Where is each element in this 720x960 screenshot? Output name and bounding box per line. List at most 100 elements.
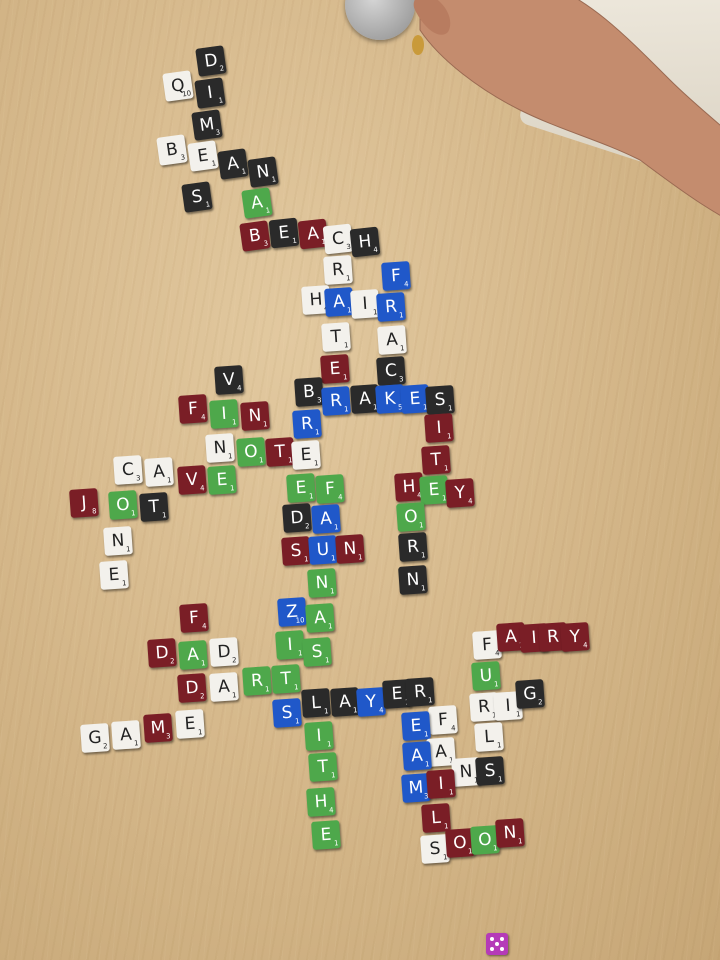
tile-fairy-y[interactable]: Y4 <box>560 622 590 652</box>
tile-bea-e[interactable]: E1 <box>187 140 219 172</box>
tile-beach-b[interactable]: B3 <box>239 220 271 252</box>
tile-soon-n[interactable]: N1 <box>495 818 525 848</box>
tile-dim-d[interactable]: D2 <box>195 45 227 77</box>
tile-z1[interactable]: Z 10 <box>277 597 307 627</box>
tile-r3[interactable]: R1 <box>398 532 428 562</box>
tile-sun-n[interactable]: N1 <box>335 534 365 564</box>
tile-game-m[interactable]: M3 <box>143 713 173 743</box>
tile-f1[interactable]: F4 <box>381 261 411 291</box>
tile-hair-r[interactable]: R1 <box>376 292 406 322</box>
tile-rt-r[interactable]: R1 <box>242 666 272 696</box>
tile-beach-h[interactable]: H4 <box>349 226 381 258</box>
tile-a7[interactable]: A1 <box>402 741 432 771</box>
tile-letter: B <box>302 381 316 403</box>
tile-l2[interactable]: L1 <box>421 803 451 833</box>
tile-i1[interactable]: I1 <box>424 413 454 443</box>
tile-slayer-y[interactable]: Y4 <box>356 687 386 717</box>
tile-letter: S <box>483 760 497 782</box>
tile-letter: O <box>477 829 493 851</box>
tile-sun-s[interactable]: S1 <box>281 536 311 566</box>
tile-e2[interactable]: E1 <box>286 473 316 503</box>
tile-hair-i[interactable]: I1 <box>350 289 380 319</box>
tile-s1[interactable]: S1 <box>181 181 213 213</box>
tile-bea-a[interactable]: A1 <box>217 148 249 180</box>
tile-dad-a[interactable]: A1 <box>178 640 208 670</box>
tile-beach-e[interactable]: E1 <box>268 217 300 249</box>
tile-brakes-r[interactable]: R1 <box>321 386 351 416</box>
tile-j1[interactable]: J8 <box>69 488 99 518</box>
tile-t4[interactable]: T1 <box>308 752 338 782</box>
tile-cave-e[interactable]: E1 <box>207 465 237 495</box>
tile-brakes-b[interactable]: B3 <box>294 377 324 407</box>
tile-cave-a[interactable]: A1 <box>144 457 174 487</box>
tile-e3[interactable]: E1 <box>99 560 129 590</box>
tile-v1[interactable]: V4 <box>214 365 244 395</box>
tile-t3[interactable]: T1 <box>139 492 169 522</box>
tile-d2[interactable]: D2 <box>177 673 207 703</box>
tile-slayer-r[interactable]: R1 <box>405 677 435 707</box>
tile-i4[interactable]: I1 <box>426 769 456 799</box>
tile-a1[interactable]: A1 <box>241 187 273 219</box>
tile-i3[interactable]: I1 <box>304 721 334 751</box>
tile-rt-t[interactable]: T1 <box>271 664 301 694</box>
tile-l1[interactable]: L1 <box>474 722 504 752</box>
tile-dad-d2[interactable]: D2 <box>209 637 239 667</box>
tile-fin-n[interactable]: N1 <box>240 401 270 431</box>
tile-note-o[interactable]: O1 <box>236 437 266 467</box>
tile-slayer-l[interactable]: L1 <box>301 688 331 718</box>
tile-rig-g[interactable]: G2 <box>515 679 545 709</box>
tile-a3[interactable]: A1 <box>311 504 341 534</box>
tile-hair-a[interactable]: A1 <box>324 287 354 317</box>
tile-n3[interactable]: N1 <box>307 568 337 598</box>
tile-fin-f[interactable]: F4 <box>178 394 208 424</box>
tile-note-e[interactable]: E1 <box>291 440 321 470</box>
tile-u1[interactable]: U1 <box>471 661 501 691</box>
tile-h1[interactable]: H4 <box>306 787 336 817</box>
tile-bea-n[interactable]: N1 <box>247 156 279 188</box>
tile-d1[interactable]: D2 <box>282 503 312 533</box>
tile-e1[interactable]: E1 <box>320 354 350 384</box>
tile-beach-c[interactable]: C3 <box>322 223 354 255</box>
tile-letter: I <box>206 82 214 104</box>
tile-o1[interactable]: O1 <box>108 490 138 520</box>
tile-brakes-s[interactable]: S1 <box>425 385 455 415</box>
tile-a2[interactable]: A1 <box>377 325 407 355</box>
tile-e4[interactable]: E1 <box>401 711 431 741</box>
tile-i2[interactable]: I1 <box>275 630 305 660</box>
tile-cave-c[interactable]: C3 <box>113 455 143 485</box>
tile-n1[interactable]: N1 <box>103 526 133 556</box>
tile-t2[interactable]: T1 <box>421 445 451 475</box>
tile-dim-m[interactable]: M3 <box>191 109 223 141</box>
tile-t1[interactable]: T1 <box>321 322 351 352</box>
tile-hey-e[interactable]: E1 <box>419 475 449 505</box>
tile-hey-y[interactable]: Y4 <box>445 478 475 508</box>
tile-dad-d1[interactable]: D2 <box>147 638 177 668</box>
tile-fin-i[interactable]: I1 <box>209 399 239 429</box>
tile-qi-q[interactable]: Q 10 <box>162 70 194 102</box>
tile-s2[interactable]: S1 <box>302 637 332 667</box>
tile-bea-b[interactable]: B3 <box>156 134 188 166</box>
tile-value: 1 <box>493 680 499 689</box>
tile-s3[interactable]: S1 <box>475 756 505 786</box>
tile-o2[interactable]: O1 <box>396 502 426 532</box>
tile-game-a[interactable]: A1 <box>111 720 141 750</box>
tile-f3[interactable]: F4 <box>179 603 209 633</box>
tile-r2[interactable]: R1 <box>292 409 322 439</box>
tile-c1[interactable]: C3 <box>376 356 406 386</box>
tile-e5[interactable]: E1 <box>311 820 341 850</box>
tile-slayer-s[interactable]: S1 <box>272 698 302 728</box>
tile-r1[interactable]: R1 <box>323 255 353 285</box>
tile-game-g[interactable]: G2 <box>80 723 110 753</box>
tile-note-t[interactable]: T1 <box>265 437 295 467</box>
tile-sun-u[interactable]: U1 <box>308 535 338 565</box>
tile-f2[interactable]: F4 <box>315 474 345 504</box>
tile-letter: S <box>289 540 303 562</box>
tile-cave-v[interactable]: V4 <box>177 465 207 495</box>
tile-f4[interactable]: F4 <box>428 705 458 735</box>
tile-a4[interactable]: A1 <box>305 603 335 633</box>
tile-game-e[interactable]: E1 <box>175 709 205 739</box>
tile-dim-i[interactable]: I1 <box>194 77 226 109</box>
tile-note-n[interactable]: N1 <box>205 433 235 463</box>
tile-n2[interactable]: N1 <box>398 565 428 595</box>
tile-a5[interactable]: A1 <box>209 672 239 702</box>
